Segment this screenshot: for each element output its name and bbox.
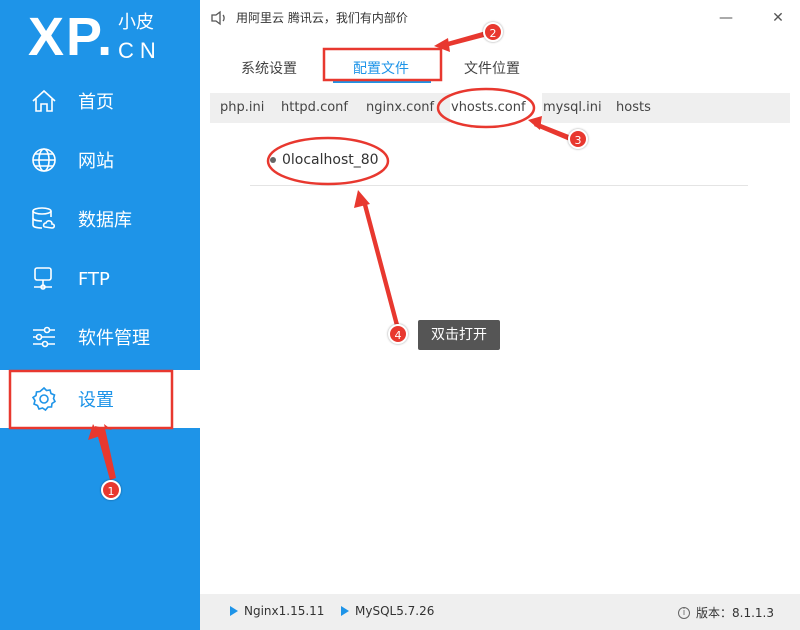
list-item[interactable]: 0localhost_80 bbox=[270, 152, 379, 168]
ftp-server-icon bbox=[30, 265, 58, 293]
nginx-version: Nginx1.15.11 bbox=[244, 604, 325, 618]
app-logo: XP. 小皮 CN bbox=[0, 0, 200, 78]
bullet-icon bbox=[270, 157, 276, 163]
nginx-status[interactable]: Nginx1.15.11 bbox=[230, 604, 324, 618]
step-badge-1: 1 bbox=[101, 480, 121, 500]
divider bbox=[250, 185, 748, 186]
step-badge-2: 2 bbox=[483, 22, 503, 42]
logo-main: XP. bbox=[28, 7, 115, 67]
sidebar-item-software[interactable]: 软件管理 bbox=[0, 308, 200, 366]
subtab-nginx-conf[interactable]: nginx.conf bbox=[366, 100, 434, 115]
play-icon bbox=[230, 606, 238, 616]
subtab-hosts[interactable]: hosts bbox=[616, 100, 651, 115]
double-click-tooltip: 双击打开 bbox=[418, 320, 500, 350]
sidebar-item-label: 网站 bbox=[78, 151, 114, 172]
home-icon bbox=[30, 87, 58, 115]
mysql-version: MySQL5.7.26 bbox=[355, 604, 435, 618]
vhost-file-label: 0localhost_80 bbox=[282, 152, 379, 168]
play-icon bbox=[341, 606, 349, 616]
tab-file-locations[interactable]: 文件位置 bbox=[464, 58, 520, 78]
sidebar-item-label: 数据库 bbox=[78, 210, 132, 231]
sidebar-item-label: 设置 bbox=[78, 390, 114, 411]
globe-icon bbox=[30, 146, 58, 174]
status-bar: Nginx1.15.11 MySQL5.7.26 i 版本：8.1.1.3 bbox=[200, 594, 800, 630]
sidebar-item-website[interactable]: 网站 bbox=[0, 131, 200, 189]
minimize-button[interactable]: — bbox=[716, 8, 736, 28]
tab-config-files[interactable]: 配置文件 bbox=[353, 58, 409, 78]
gear-icon bbox=[30, 385, 58, 413]
logo-bottom: CN bbox=[118, 38, 162, 63]
close-button[interactable]: ✕ bbox=[768, 8, 788, 28]
subtab-php-ini[interactable]: php.ini bbox=[220, 100, 264, 115]
sidebar-item-ftp[interactable]: FTP bbox=[0, 250, 200, 308]
sidebar-item-home[interactable]: 首页 bbox=[0, 72, 200, 130]
settings-tabs: 系统设置 配置文件 文件位置 bbox=[200, 50, 800, 84]
tab-system-settings[interactable]: 系统设置 bbox=[241, 58, 297, 78]
step-badge-4: 4 bbox=[388, 324, 408, 344]
subtab-mysql-ini[interactable]: mysql.ini bbox=[543, 100, 602, 115]
config-file-tabs: php.ini httpd.conf nginx.conf vhosts.con… bbox=[210, 93, 790, 123]
subtab-httpd-conf[interactable]: httpd.conf bbox=[281, 100, 348, 115]
sidebar-item-settings[interactable]: 设置 bbox=[0, 370, 200, 428]
sidebar-item-database[interactable]: 数据库 bbox=[0, 190, 200, 248]
main-content: 系统设置 配置文件 文件位置 php.ini httpd.conf nginx.… bbox=[200, 36, 800, 594]
subtab-vhosts-conf[interactable]: vhosts.conf bbox=[451, 100, 526, 115]
active-tab-indicator bbox=[333, 81, 431, 83]
sidebar-item-label: 软件管理 bbox=[78, 328, 150, 349]
sliders-icon bbox=[30, 323, 58, 351]
promo-notice[interactable]: 用阿里云 腾讯云，我们有内部价 bbox=[236, 10, 408, 26]
app-version: i 版本：8.1.1.3 bbox=[678, 604, 774, 621]
speaker-icon bbox=[210, 10, 228, 26]
sidebar-item-label: 首页 bbox=[78, 92, 114, 113]
mysql-status[interactable]: MySQL5.7.26 bbox=[341, 604, 434, 618]
database-icon bbox=[30, 205, 58, 233]
version-text: 版本：8.1.1.3 bbox=[696, 606, 774, 620]
sidebar: XP. 小皮 CN 首页 网站 数据库 FTP 软件管理 设置 bbox=[0, 0, 200, 630]
step-badge-3: 3 bbox=[568, 129, 588, 149]
info-icon: i bbox=[678, 606, 690, 619]
logo-top: 小皮 bbox=[118, 12, 154, 33]
sidebar-item-label: FTP bbox=[78, 268, 110, 290]
